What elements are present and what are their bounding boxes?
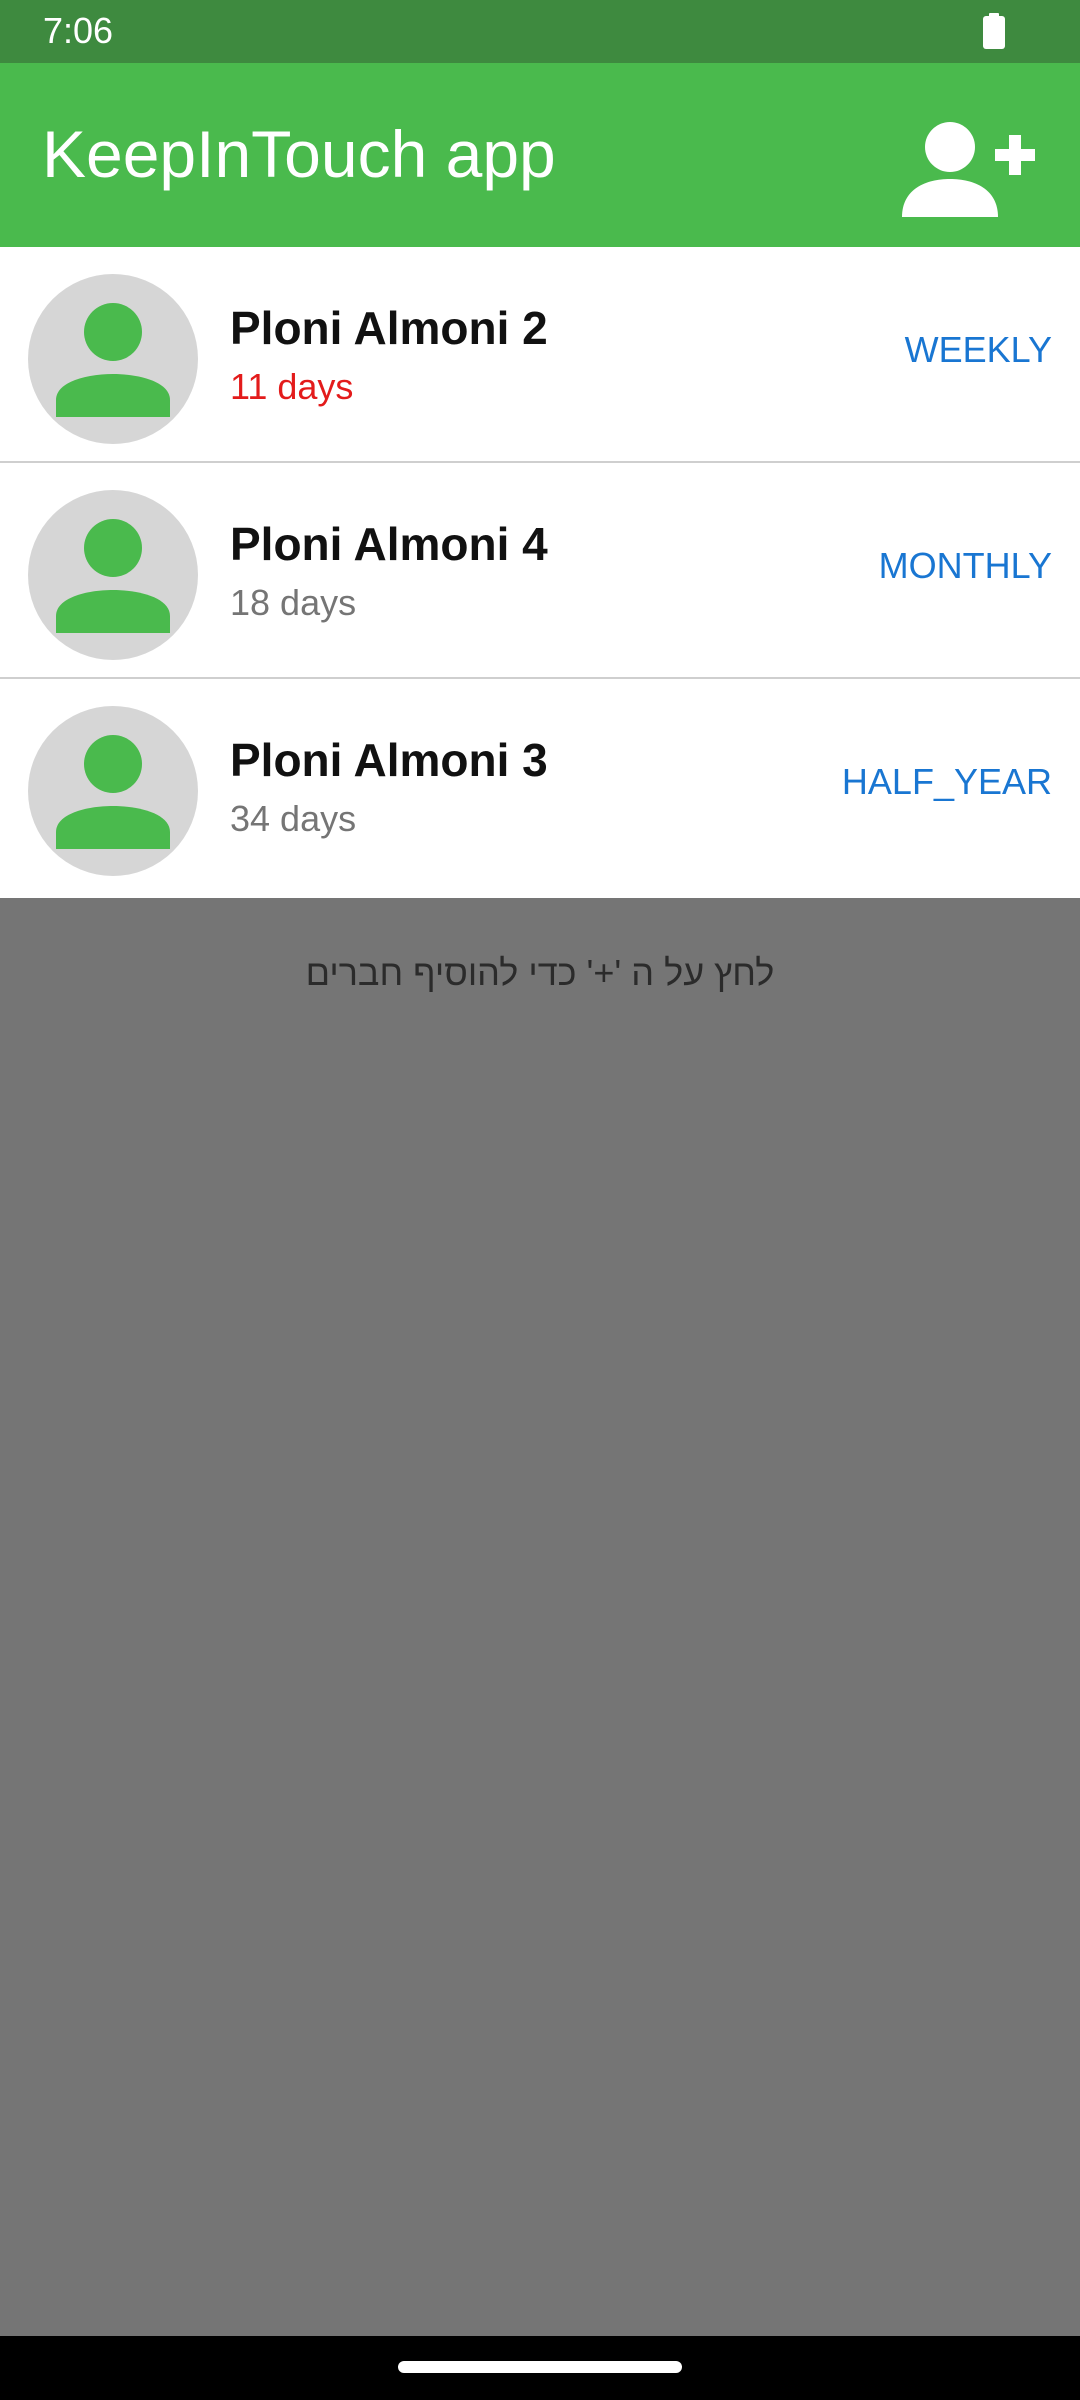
status-bar: 7:06: [0, 0, 1080, 63]
avatar: [28, 706, 198, 876]
contact-name: Ploni Almoni 4: [230, 518, 548, 570]
contact-days: 34 days: [230, 798, 357, 839]
add-contact-button[interactable]: [900, 115, 1040, 225]
person-icon: [56, 519, 170, 633]
person-icon: [56, 735, 170, 849]
home-indicator[interactable]: [398, 2361, 682, 2373]
contact-name: Ploni Almoni 2: [230, 302, 548, 354]
avatar: [28, 274, 198, 444]
contact-frequency[interactable]: WEEKLY: [905, 327, 1052, 373]
contact-frequency[interactable]: MONTHLY: [879, 543, 1052, 589]
battery-icon: [983, 13, 1005, 49]
contact-days: 18 days: [230, 582, 357, 623]
status-time: 7:06: [43, 10, 114, 51]
avatar: [28, 490, 198, 660]
navigation-bar: [0, 2336, 1080, 2400]
contact-list: Ploni Almoni 2 11 days WEEKLY Ploni Almo…: [0, 247, 1080, 898]
app-bar: KeepInTouch app: [0, 63, 1080, 247]
contact-name: Ploni Almoni 3: [230, 734, 548, 786]
contact-row[interactable]: Ploni Almoni 3 34 days HALF_YEAR: [0, 679, 1080, 898]
person-add-icon: [902, 122, 1035, 217]
contact-row[interactable]: Ploni Almoni 4 18 days MONTHLY: [0, 463, 1080, 679]
contact-frequency[interactable]: HALF_YEAR: [842, 759, 1052, 805]
person-icon: [56, 303, 170, 417]
app-title: KeepInTouch app: [42, 117, 556, 191]
contact-row[interactable]: Ploni Almoni 2 11 days WEEKLY: [0, 247, 1080, 463]
contact-days: 11 days: [230, 366, 354, 407]
empty-hint-text: לחץ על ה '+' כדי להוסיף חברים: [305, 952, 775, 993]
